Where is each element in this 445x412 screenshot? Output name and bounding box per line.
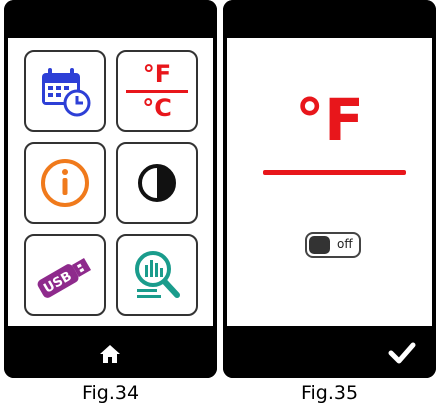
fahrenheit-celsius-icon: °F °C	[124, 59, 190, 122]
contrast-icon	[138, 164, 176, 202]
temperature-unit-panel: °F off	[227, 38, 432, 326]
home-icon	[100, 345, 120, 363]
unit-underline	[263, 170, 406, 175]
settings-menu-screen: °F °C USB	[4, 0, 217, 378]
data-search-icon	[135, 251, 180, 298]
data-search-tile[interactable]	[116, 234, 198, 316]
bottom-bar	[4, 328, 217, 378]
check-icon	[388, 342, 416, 364]
figure-caption-34: Fig.34	[81, 382, 140, 404]
figure-caption-35: Fig.35	[300, 382, 359, 404]
temperature-unit-screen: °F off	[223, 0, 436, 378]
info-icon	[41, 159, 89, 207]
temperature-unit-tile[interactable]: °F °C	[116, 50, 198, 132]
date-time-tile[interactable]	[24, 50, 106, 132]
top-bar	[223, 0, 436, 38]
fahrenheit-label: °F	[142, 59, 172, 88]
confirm-button[interactable]	[386, 338, 418, 368]
bottom-bar	[223, 328, 436, 378]
toggle-state-label: off	[337, 237, 353, 251]
unit-divider	[126, 89, 188, 93]
contrast-tile[interactable]	[116, 142, 198, 224]
home-button[interactable]	[95, 340, 125, 368]
top-bar	[4, 0, 217, 38]
unit-toggle-switch[interactable]: off	[305, 232, 361, 258]
toggle-knob	[309, 236, 330, 254]
usb-tile[interactable]: USB	[24, 234, 106, 316]
celsius-label: °C	[142, 93, 172, 122]
calendar-clock-icon	[42, 68, 91, 117]
info-tile[interactable]	[24, 142, 106, 224]
selected-unit-label: °F	[295, 86, 364, 154]
settings-menu-grid: °F °C USB	[8, 38, 213, 326]
usb-icon: USB	[37, 257, 92, 298]
